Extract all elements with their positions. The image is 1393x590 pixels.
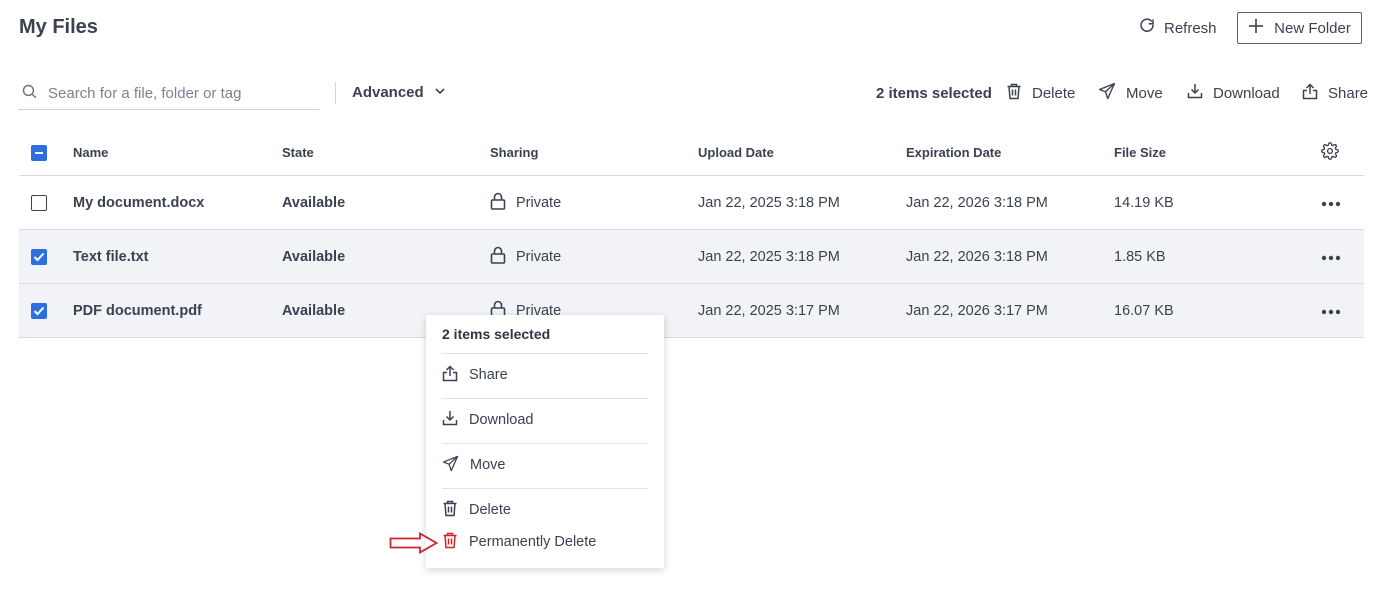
file-name[interactable]: Text file.txt [73,230,148,283]
search-icon [18,83,38,105]
menu-item-label: Move [470,457,506,473]
column-header-name[interactable]: Name [73,130,108,175]
row-checkbox[interactable] [31,194,47,211]
lock-icon [490,192,506,214]
file-size: 14.19 KB [1114,194,1174,211]
row-checkbox[interactable] [31,302,47,319]
row-checkbox[interactable] [31,248,47,265]
toolbar-share-button[interactable]: Share [1302,82,1368,104]
file-state: Available [282,194,346,211]
download-icon [442,410,458,430]
select-all-checkbox[interactable] [31,144,47,161]
column-header-sharing[interactable]: Sharing [490,130,538,175]
column-header-expiration-date[interactable]: Expiration Date [906,130,1001,175]
advanced-dropdown[interactable]: Advanced [352,84,446,101]
sharing-label: Private [516,194,562,211]
menu-item-label: Download [469,412,534,428]
expiration-date: Jan 22, 2026 3:18 PM [906,248,1048,265]
column-header-file-size[interactable]: File Size [1114,130,1166,175]
search-input[interactable] [48,85,308,102]
trash-icon [1006,83,1022,104]
row-more-button[interactable] [1321,284,1341,337]
toolbar-share-label: Share [1328,84,1369,102]
file-name[interactable]: My document.docx [73,176,204,229]
row-more-button[interactable] [1321,230,1341,283]
table-row[interactable]: PDF document.pdf Available Private Jan 2… [19,284,1364,338]
menu-separator [442,398,648,399]
plus-icon [1248,18,1264,38]
refresh-icon [1138,17,1156,39]
upload-date: Jan 22, 2025 3:18 PM [698,248,840,265]
file-state: Available [282,302,346,319]
menu-item-label: Share [469,367,508,383]
more-icon [1321,303,1341,319]
context-menu-title: 2 items selected [442,326,551,342]
expiration-date: Jan 22, 2026 3:18 PM [906,194,1048,211]
files-table: Name State Sharing Upload Date Expiratio… [19,130,1364,338]
toolbar-move-button[interactable]: Move [1098,82,1163,104]
row-checkbox-cell [31,230,47,283]
more-icon [1321,195,1341,211]
toolbar-delete-label: Delete [1032,84,1076,102]
table-row[interactable]: Text file.txt Available Private Jan 22, … [19,230,1364,284]
menu-item-move[interactable]: Move [442,453,648,477]
new-folder-button[interactable]: New Folder [1237,12,1362,44]
menu-item-share[interactable]: Share [442,363,648,387]
menu-item-delete[interactable]: Delete [442,498,648,522]
sharing-label: Private [516,248,562,265]
menu-separator [442,488,648,489]
page-title: My Files [19,16,98,38]
menu-item-download[interactable]: Download [442,408,648,432]
column-settings-button[interactable] [1321,130,1339,175]
file-sharing: Private [490,230,561,283]
menu-separator [442,443,648,444]
advanced-label: Advanced [352,84,424,101]
context-menu: 2 items selected Share Download Move Del… [426,315,664,568]
refresh-button[interactable]: Refresh [1138,16,1217,40]
refresh-label: Refresh [1164,19,1217,37]
chevron-down-icon [434,84,446,101]
menu-item-permanently-delete[interactable]: Permanently Delete [442,530,648,554]
table-row[interactable]: My document.docx Available Private Jan 2… [19,176,1364,230]
gear-icon [1321,142,1339,163]
menu-item-label: Delete [469,502,511,518]
arrow-right-icon [389,531,439,559]
menu-separator [442,353,648,354]
expiration-date: Jan 22, 2026 3:17 PM [906,302,1048,319]
table-header: Name State Sharing Upload Date Expiratio… [19,130,1364,176]
more-icon [1321,249,1341,265]
menu-item-label: Permanently Delete [469,534,597,550]
row-more-button[interactable] [1321,176,1341,229]
share-icon [442,364,458,386]
column-header-state[interactable]: State [282,130,314,175]
upload-date: Jan 22, 2025 3:17 PM [698,302,840,319]
search-bar [18,78,319,110]
file-state: Available [282,248,346,265]
upload-date: Jan 22, 2025 3:18 PM [698,194,840,211]
row-checkbox-cell [31,284,47,337]
download-icon [1187,83,1203,103]
send-icon [442,455,459,476]
new-folder-label: New Folder [1274,19,1351,37]
file-size: 16.07 KB [1114,302,1174,319]
trash-icon [442,500,458,521]
trash-danger-icon [442,532,458,553]
selected-count: 2 items selected [876,84,992,102]
select-all-cell [31,130,47,175]
toolbar-download-button[interactable]: Download [1187,82,1280,104]
lock-icon [490,246,506,268]
column-header-upload-date[interactable]: Upload Date [698,130,774,175]
send-icon [1098,82,1116,104]
row-checkbox-cell [31,176,47,229]
share-icon [1302,82,1318,104]
file-sharing: Private [490,176,561,229]
divider [335,82,336,104]
toolbar-move-label: Move [1126,84,1163,102]
toolbar-download-label: Download [1213,84,1280,102]
toolbar-delete-button[interactable]: Delete [1006,82,1075,104]
file-name[interactable]: PDF document.pdf [73,284,202,337]
file-size: 1.85 KB [1114,248,1166,265]
